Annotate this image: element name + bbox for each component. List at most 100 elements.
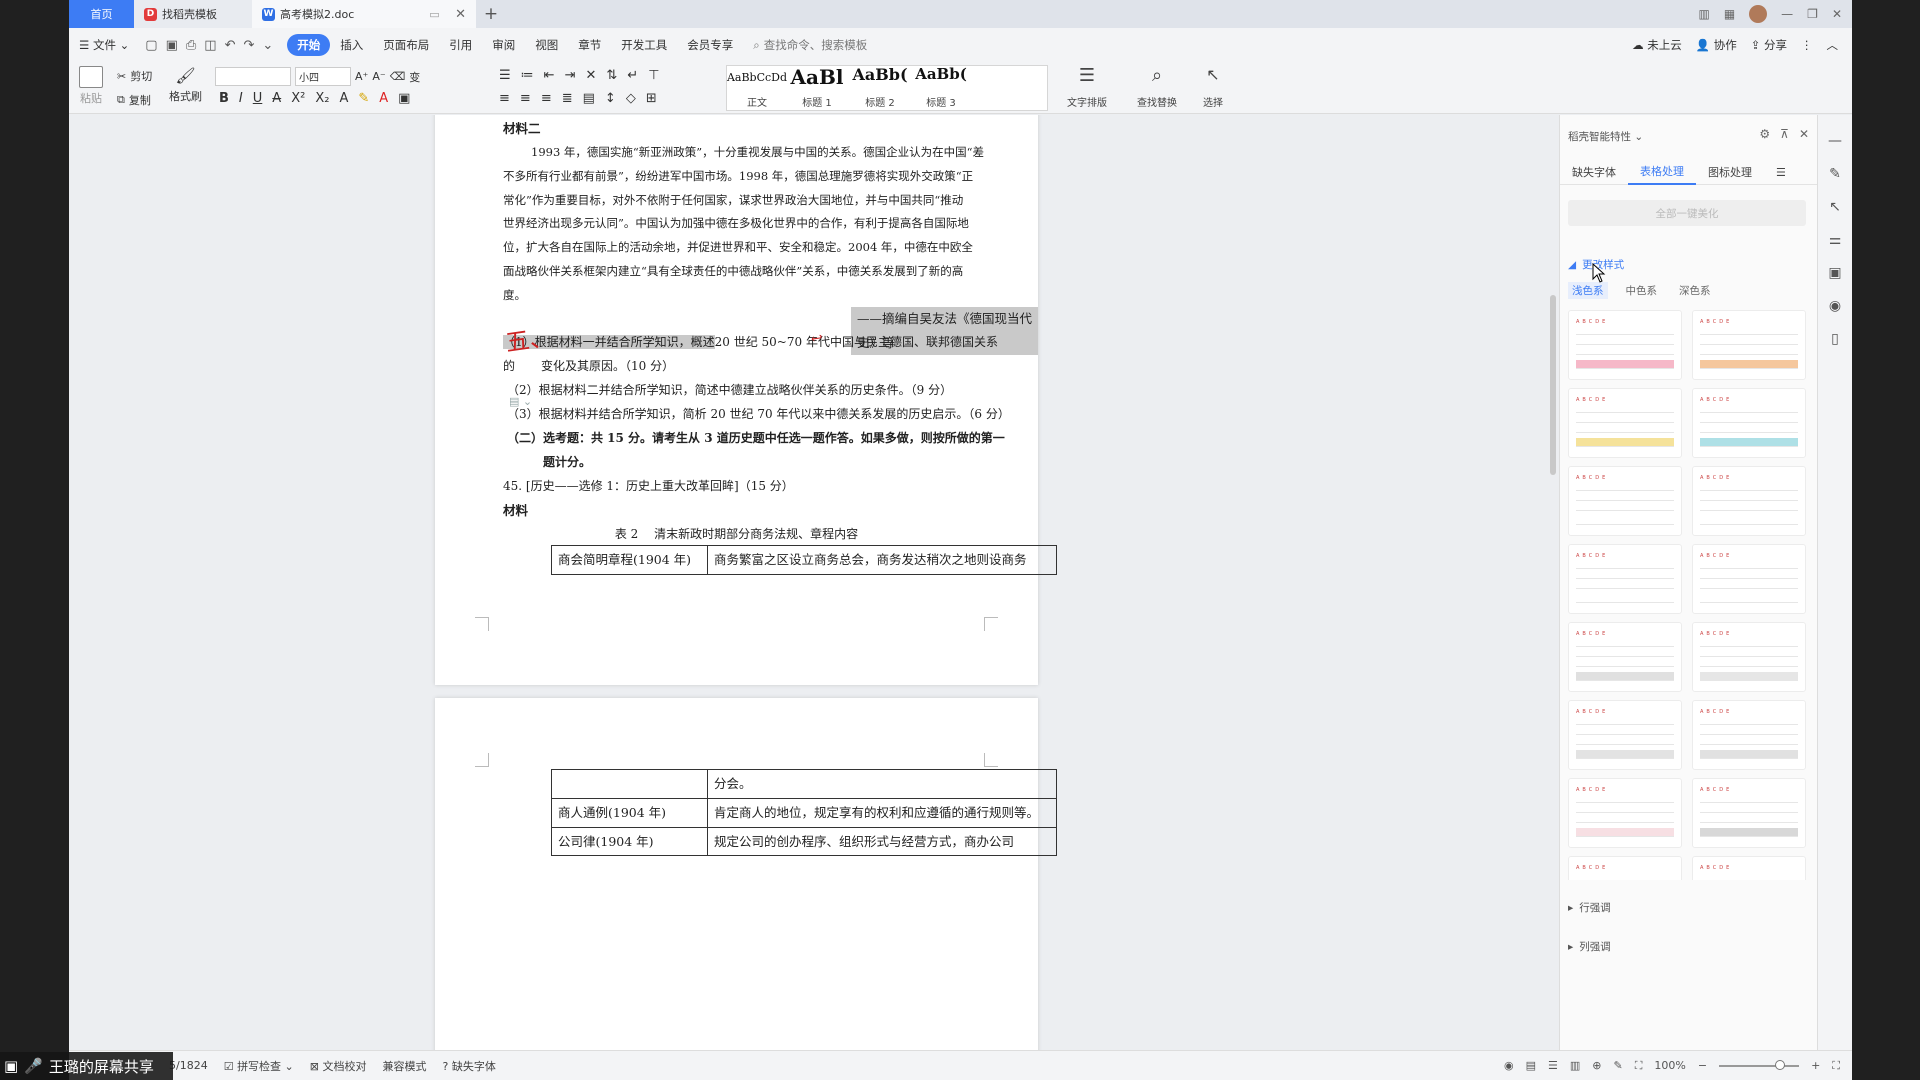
align-center-icon[interactable]: ≡: [520, 91, 531, 106]
table-cell[interactable]: 规定公司的创办程序、组织形式与经营方式，商办公司: [707, 826, 1057, 857]
document-area[interactable]: 材料二 1993 年，德国实施“新亚洲政策”，十分重视发展与中国的关系。德国企业…: [69, 115, 1543, 1050]
new-doc-icon[interactable]: ▢: [145, 38, 157, 53]
commerce-table-part1[interactable]: 商会简明章程(1904 年) 商务繁富之区设立商务总会，商务发达稍次之地则设商务: [551, 545, 1057, 575]
tab-icon-processing[interactable]: 图标处理: [1696, 159, 1764, 185]
table-cell[interactable]: 商务繁富之区设立商务总会，商务发达稍次之地则设商务: [707, 545, 1057, 575]
cursor-icon[interactable]: ↖: [1829, 199, 1841, 215]
menu-member[interactable]: 会员专享: [677, 34, 743, 56]
style-normal[interactable]: AaBbCcDd 正文: [727, 65, 787, 109]
table-style-thumbnail[interactable]: ABCDE: [1568, 310, 1682, 380]
image-icon[interactable]: ▣: [1828, 265, 1841, 281]
table-style-thumbnail[interactable]: ABCDE: [1568, 700, 1682, 770]
copy-button[interactable]: ⧉ 复制: [117, 92, 151, 108]
cut-button[interactable]: ✂ 剪切: [117, 68, 152, 84]
subtab-light[interactable]: 浅色系: [1568, 282, 1608, 299]
menu-file[interactable]: ☰ 文件 ⌄: [69, 34, 139, 56]
subscript-icon[interactable]: X₂: [315, 91, 329, 106]
table-style-thumbnail[interactable]: ABCDE: [1692, 778, 1806, 848]
table-style-thumbnail[interactable]: ABCDE: [1568, 388, 1682, 458]
number-list-icon[interactable]: ≔: [521, 68, 534, 83]
close-tab-icon[interactable]: ✕: [455, 7, 466, 22]
close-panel-icon[interactable]: ✕: [1799, 127, 1809, 141]
show-marks-icon[interactable]: ↵: [627, 68, 638, 83]
redo-icon[interactable]: ↷: [243, 38, 254, 53]
format-painter-button[interactable]: 🖌 格式刷: [169, 66, 202, 104]
menu-view[interactable]: 视图: [525, 34, 568, 56]
subtab-medium[interactable]: 中色系: [1622, 282, 1662, 299]
table-style-thumbnail[interactable]: ABCDE: [1692, 310, 1806, 380]
save-icon[interactable]: ▣: [166, 38, 178, 53]
strikethrough-icon[interactable]: A: [272, 91, 281, 106]
font-size-select[interactable]: 小四: [295, 67, 351, 86]
layout-icon[interactable]: ▥: [1698, 7, 1709, 21]
avatar[interactable]: [1749, 5, 1768, 23]
web-view-icon[interactable]: ⊕: [1592, 1059, 1601, 1072]
table-style-thumbnail[interactable]: ABCDE: [1692, 388, 1806, 458]
style-heading1[interactable]: AaBl 标题 1: [788, 65, 846, 109]
table-cell[interactable]: 公司律(1904 年): [551, 826, 708, 857]
align-left-icon[interactable]: ≡: [499, 91, 510, 106]
menu-review[interactable]: 审阅: [482, 34, 525, 56]
adjust-icon[interactable]: ⚌: [1829, 232, 1842, 248]
monitor-icon[interactable]: ▭: [429, 8, 439, 21]
col-emphasis-section[interactable]: ▸ 列强调: [1568, 939, 1611, 954]
table-style-thumbnail[interactable]: ABCDE: [1692, 466, 1806, 536]
menu-chapter[interactable]: 章节: [568, 34, 611, 56]
collapse-ribbon-icon[interactable]: ︿: [1827, 37, 1839, 53]
minimize-icon[interactable]: —: [1781, 7, 1793, 21]
grid-icon[interactable]: ▦: [1724, 7, 1735, 21]
font-color-icon[interactable]: A: [379, 91, 388, 106]
tab-template[interactable]: D 找稻壳模板: [134, 0, 252, 28]
subtab-dark[interactable]: 深色系: [1675, 282, 1715, 299]
superscript-icon[interactable]: X²: [291, 91, 305, 106]
table-cell[interactable]: 肯定商人的地位，规定享有的权利和应遵循的通行规则等。: [707, 797, 1057, 828]
page-view-icon[interactable]: ▤: [1526, 1059, 1536, 1072]
zoom-slider[interactable]: [1719, 1059, 1800, 1070]
align-right-icon[interactable]: ≡: [541, 91, 552, 106]
minimize-sidebar-icon[interactable]: —: [1828, 133, 1842, 149]
table-style-thumbnail[interactable]: ABCDE: [1568, 778, 1682, 848]
table-cell[interactable]: 商人通例(1904 年): [551, 797, 708, 828]
pin-icon[interactable]: ⊼: [1780, 127, 1789, 141]
print-icon[interactable]: ⎙: [186, 38, 196, 53]
collab-button[interactable]: 👤 协作: [1696, 37, 1737, 53]
close-window-icon[interactable]: ✕: [1832, 7, 1842, 21]
zoom-out-icon[interactable]: −: [1698, 1059, 1707, 1072]
tab-missing-font[interactable]: 缺失字体: [1560, 159, 1628, 185]
line-spacing-icon[interactable]: ↕: [605, 91, 616, 106]
zoom-in-icon[interactable]: +: [1811, 1059, 1820, 1072]
settings-gear-icon[interactable]: ⚙: [1759, 127, 1770, 141]
command-search[interactable]: ⌕ 查找命令、搜索模板: [753, 37, 867, 53]
underline-icon[interactable]: U: [253, 91, 263, 106]
vertical-scrollbar[interactable]: [1547, 115, 1559, 1050]
fit-icon[interactable]: ⛶: [1635, 1059, 1643, 1073]
page-indicator[interactable]: 5/1824: [169, 1059, 208, 1072]
zoom-level[interactable]: 100%: [1654, 1059, 1685, 1072]
chinese-layout-icon[interactable]: ✕: [585, 68, 596, 83]
style-heading3[interactable]: AaBb( 标题 3: [912, 65, 970, 109]
tab-table-processing[interactable]: 表格处理: [1628, 159, 1696, 185]
page-2[interactable]: 分会。 商人通例(1904 年) 肯定商人的地位，规定享有的权利和应遵循的通行规…: [435, 698, 1057, 1050]
text-effect-icon[interactable]: A: [339, 91, 348, 106]
italic-icon[interactable]: I: [239, 91, 243, 106]
read-view-icon[interactable]: ▥: [1570, 1059, 1580, 1072]
phonetic-icon[interactable]: 变: [409, 69, 420, 85]
outline-view-icon[interactable]: ☰: [1548, 1059, 1558, 1072]
scrollbar-thumb[interactable]: [1550, 295, 1556, 475]
missing-font-button[interactable]: ? 缺失字体: [443, 1058, 496, 1074]
restore-icon[interactable]: ❐: [1807, 7, 1818, 21]
find-replace-button[interactable]: ⌕ 查找替换: [1129, 65, 1185, 109]
distribute-icon[interactable]: ▤: [583, 91, 595, 106]
paragraph-marker-icon[interactable]: ▤ ⌄: [509, 395, 532, 408]
write-view-icon[interactable]: ✎: [1613, 1059, 1622, 1072]
bullet-list-icon[interactable]: ☰: [499, 68, 511, 83]
bold-icon[interactable]: B: [219, 91, 229, 106]
commerce-table-part2[interactable]: 分会。 商人通例(1904 年) 肯定商人的地位，规定享有的权利和应遵循的通行规…: [551, 769, 1057, 857]
table-style-thumbnail[interactable]: ABCDE: [1568, 466, 1682, 536]
paste-button[interactable]: 粘贴: [79, 66, 103, 106]
menu-insert[interactable]: 插入: [330, 34, 373, 56]
table-style-thumbnail[interactable]: ABCDE: [1568, 622, 1682, 692]
table-style-thumbnail[interactable]: ABCDE: [1692, 856, 1806, 880]
table-style-thumbnail[interactable]: ABCDE: [1692, 700, 1806, 770]
new-tab-button[interactable]: +: [476, 0, 506, 28]
